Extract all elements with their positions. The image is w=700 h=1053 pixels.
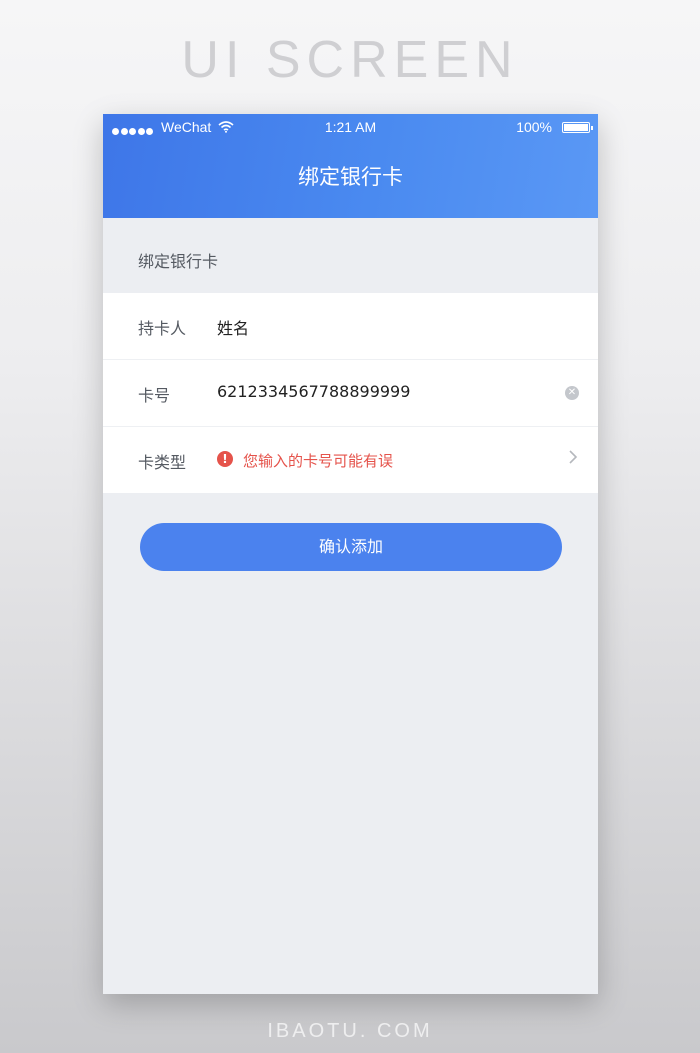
holder-name-input[interactable]: 姓名 (217, 315, 249, 339)
chevron-right-icon[interactable] (568, 449, 578, 469)
card-type-label: 卡类型 (138, 453, 187, 472)
page-heading: UI SCREEN (181, 31, 519, 89)
app-header: WeChat 1:21 AM 100% 绑定银行卡 (103, 114, 598, 218)
error-message: 您输入的卡号可能有误 (243, 452, 394, 470)
phone-screen: WeChat 1:21 AM 100% 绑定银行卡 绑定银行卡 持卡人 姓名 卡… (103, 114, 598, 994)
confirm-add-button[interactable]: 确认添加 (140, 523, 562, 571)
nav-title: 绑定银行卡 (298, 165, 403, 189)
card-number-row[interactable]: 卡号 6212334567788899999 ✕ (103, 360, 598, 427)
bank-card-form: 持卡人 姓名 卡号 6212334567788899999 ✕ 卡类型 ! 您输… (103, 293, 598, 493)
card-type-row[interactable]: 卡类型 ! 您输入的卡号可能有误 (103, 427, 598, 493)
alert-icon: ! (217, 451, 233, 467)
card-number-label: 卡号 (138, 386, 171, 405)
holder-label: 持卡人 (138, 319, 187, 338)
holder-row[interactable]: 持卡人 姓名 (103, 293, 598, 360)
battery-percent: 100% (516, 119, 552, 135)
footer-credit: IBAOTU. COM (267, 1020, 433, 1042)
clear-icon[interactable]: ✕ (565, 386, 579, 400)
card-number-input[interactable]: 6212334567788899999 (217, 382, 410, 401)
status-bar: WeChat 1:21 AM 100% (103, 114, 598, 142)
section-label: 绑定银行卡 (138, 252, 219, 271)
battery-icon (562, 122, 593, 133)
